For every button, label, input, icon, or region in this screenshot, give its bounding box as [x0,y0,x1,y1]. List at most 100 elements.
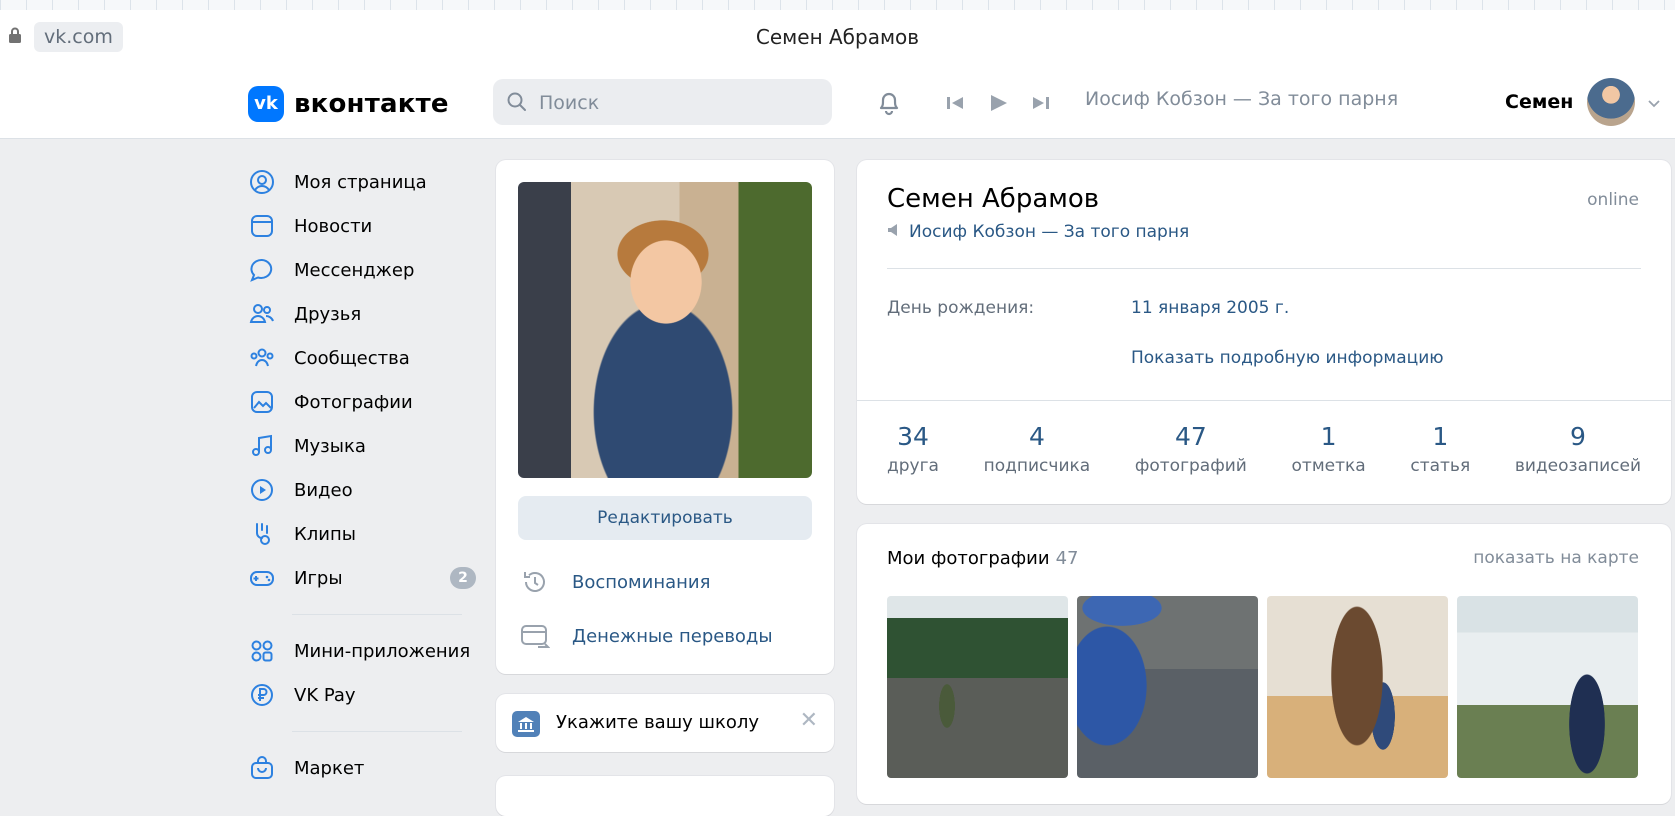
sidebar-item-clips[interactable]: Клипы [248,512,478,556]
profile-counters: 34 друга 4 подписчика 47 фотографий 1 от… [857,422,1671,492]
money-transfers-label: Денежные переводы [572,625,773,647]
sidebar-divider [292,614,462,615]
my-photos-label: Мои фотографии [887,548,1050,569]
profile-photo-card: Редактировать Воспоминания Денежные пере… [496,160,834,674]
clips-icon [248,520,276,548]
next-track-icon[interactable] [1031,93,1051,117]
counter-value: 4 [1028,422,1045,451]
school-prompt-card[interactable]: Укажите вашу школу ✕ [496,694,834,752]
online-status: online [1587,190,1639,210]
chevron-down-icon [1647,93,1661,112]
photo-thumbnail[interactable] [1267,596,1448,778]
counter-value: 34 [897,422,929,451]
bell-icon[interactable] [875,88,903,120]
photo-icon [248,388,276,416]
search-box[interactable] [493,79,832,127]
memories-link[interactable]: Воспоминания [518,568,710,596]
sidebar-item-news[interactable]: Новости [248,204,478,248]
photo-thumbnail[interactable] [887,596,1068,778]
communities-icon [248,344,276,372]
search-input[interactable] [537,79,821,127]
sidebar-item-market[interactable]: Маркет [248,746,478,790]
games-badge: 2 [450,567,476,589]
school-prompt-text: Укажите вашу школу [556,712,760,733]
profile-photo[interactable] [518,182,812,478]
top-header: vk вконтакте Иосиф Кобзон — За того парн… [0,68,1675,139]
profile-info-card: Семен Абрамов online Иосиф Кобзон — За т… [857,160,1671,504]
my-photos-count: 47 [1055,548,1079,569]
show-on-map-link[interactable]: показать на карте [1473,548,1639,568]
profile-status[interactable]: Иосиф Кобзон — За того парня [887,222,1189,242]
counter-label: отметка [1291,456,1366,476]
birthday-value[interactable]: 11 января 2005 г. [1131,298,1289,318]
avatar [1587,78,1636,126]
window-title: Семен Абрамов [755,25,920,49]
show-more-info-link[interactable]: Показать подробную информацию [1131,348,1444,368]
music-status-icon [887,222,903,242]
sidebar-item-label: Друзья [294,303,362,325]
user-menu[interactable]: Семен [1505,78,1661,126]
friends-icon [248,300,276,328]
close-icon[interactable]: ✕ [800,708,818,733]
sidebar-divider [292,731,462,732]
money-transfers-link[interactable]: Денежные переводы [518,622,773,650]
video-icon [248,476,276,504]
market-icon [248,754,276,782]
memories-label: Воспоминания [572,571,711,593]
apps-icon [248,637,276,665]
counter-followers[interactable]: 4 подписчика [984,422,1091,492]
counter-value: 1 [1320,422,1337,451]
counter-value: 9 [1569,422,1586,451]
previous-track-icon[interactable] [945,93,965,117]
sidebar-item-my-page[interactable]: Моя страница [248,160,478,204]
sidebar-item-label: Мини-приложения [294,640,471,662]
photo-thumbnail[interactable] [1077,596,1258,778]
sidebar-item-label: Фотографии [294,391,413,413]
now-playing-track[interactable]: Иосиф Кобзон — За того парня [1085,88,1398,110]
message-icon [248,256,276,284]
counter-articles[interactable]: 1 статья [1410,422,1470,492]
sidebar-item-music[interactable]: Музыка [248,424,478,468]
counter-value: 1 [1432,422,1449,451]
next-card [496,776,834,816]
sidebar-item-label: Игры [294,567,343,589]
sidebar-item-label: Видео [294,479,353,501]
birthday-label: День рождения: [887,298,1035,318]
my-photos-card: Мои фотографии 47 показать на карте [857,524,1671,804]
sidebar-item-vk-pay[interactable]: VK Pay [248,673,478,717]
games-icon [248,564,276,592]
vk-logo[interactable]: vk вконтакте [248,86,449,122]
counter-tags[interactable]: 1 отметка [1292,422,1366,492]
counter-label: подписчика [983,456,1091,476]
counter-label: фотографий [1134,456,1247,476]
user-circle-icon [248,168,276,196]
sidebar-item-label: VK Pay [294,684,356,706]
news-icon [248,212,276,240]
history-icon [518,568,552,596]
counter-videos[interactable]: 9 видеозаписей [1515,422,1641,492]
divider [857,400,1671,401]
sidebar-item-messenger[interactable]: Мессенджер [248,248,478,292]
counter-friends[interactable]: 34 друга [887,422,939,492]
sidebar-item-label: Маркет [294,757,365,779]
sidebar-item-games[interactable]: Игры 2 [248,556,478,600]
counter-photos[interactable]: 47 фотографий [1135,422,1247,492]
sidebar-item-mini-apps[interactable]: Мини-приложения [248,629,478,673]
profile-status-text: Иосиф Кобзон — За того парня [909,222,1190,242]
photo-thumbnail[interactable] [1457,596,1638,778]
play-icon[interactable] [987,92,1009,118]
address-bar: vk.com Семен Абрамов [0,10,1675,69]
profile-name: Семен Абрамов [887,184,1100,214]
audio-player [945,92,1051,118]
school-icon [512,711,540,737]
window-backdrop [0,0,1675,10]
sidebar-item-video[interactable]: Видео [248,468,478,512]
my-photos-title[interactable]: Мои фотографии 47 [887,548,1078,569]
sidebar-item-label: Новости [294,215,373,237]
edit-profile-button[interactable]: Редактировать [518,496,812,540]
sidebar-item-communities[interactable]: Сообщества [248,336,478,380]
sidebar-item-photos[interactable]: Фотографии [248,380,478,424]
sidebar-item-friends[interactable]: Друзья [248,292,478,336]
user-name: Семен [1505,91,1574,113]
counter-value: 47 [1174,422,1207,451]
